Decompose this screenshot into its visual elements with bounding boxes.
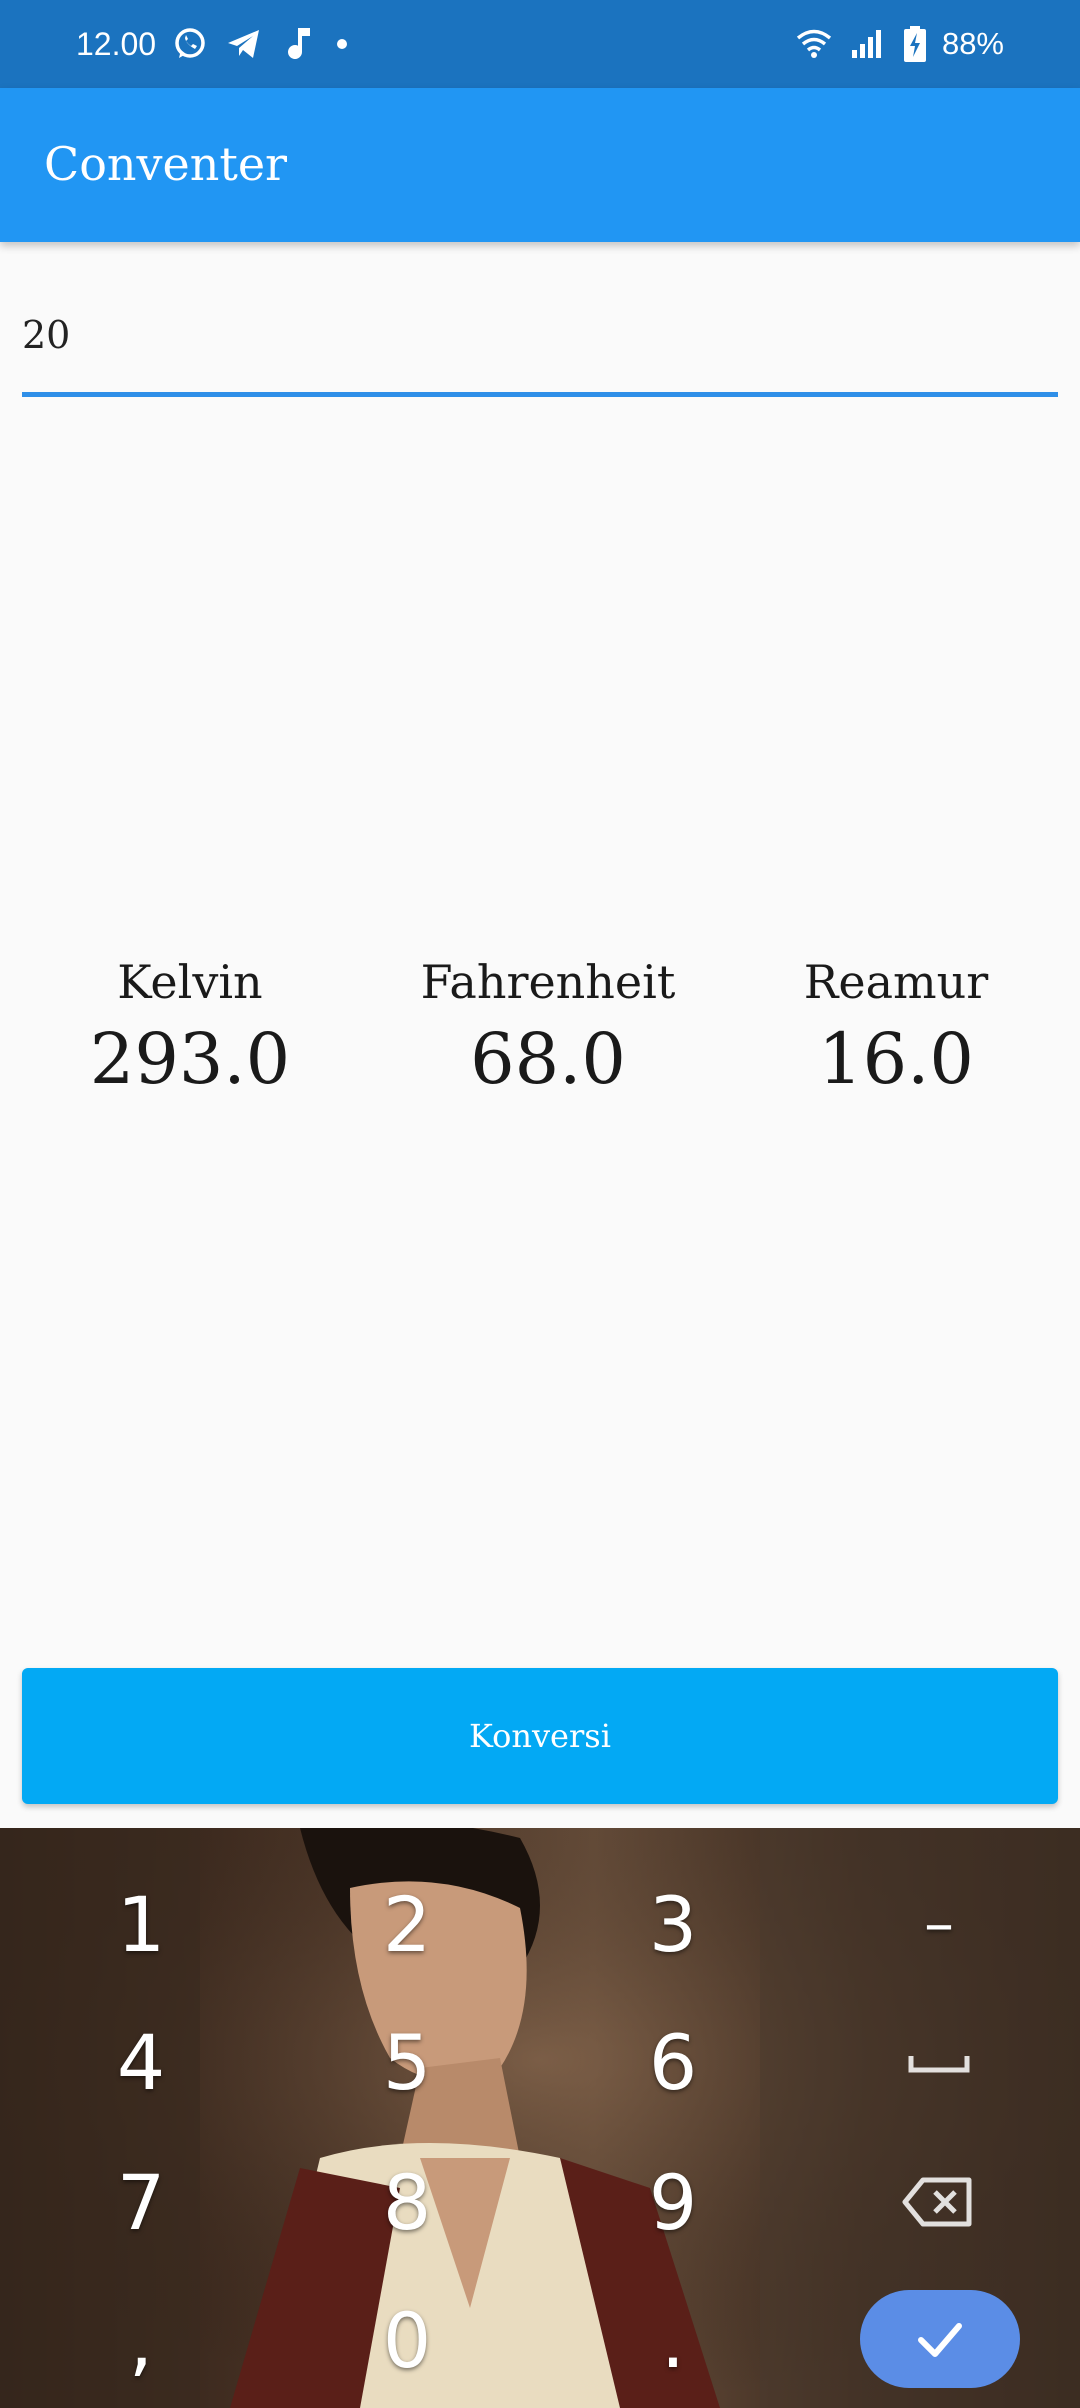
key-6[interactable]: 6 [540, 2002, 806, 2122]
fahrenheit-value: 68.0 [470, 1018, 626, 1100]
dot-icon [332, 24, 352, 64]
done-key[interactable] [860, 2290, 1020, 2388]
kelvin-value: 293.0 [89, 1018, 291, 1100]
system-icons: 88% [794, 22, 1004, 66]
input-underline [22, 392, 1058, 397]
key-minus[interactable]: – [806, 1864, 1072, 1984]
kelvin-label: Kelvin [117, 955, 263, 1009]
convert-button[interactable]: Konversi [22, 1668, 1058, 1804]
telegram-icon [224, 24, 264, 64]
result-reamur: Reamur 16.0 [716, 950, 1076, 1104]
reamur-label: Reamur [803, 955, 989, 1009]
result-kelvin: Kelvin 293.0 [10, 950, 370, 1104]
whatsapp-icon [170, 24, 210, 64]
music-note-icon [278, 24, 318, 64]
key-period[interactable]: . [540, 2280, 806, 2400]
notification-icons [170, 22, 352, 66]
battery-charging-icon [902, 24, 928, 64]
battery-level: 88% [941, 26, 1004, 61]
status-bar: 12.00 88% [0, 0, 1080, 88]
temperature-input[interactable] [22, 300, 1058, 370]
signal-icon [848, 24, 888, 64]
key-9[interactable]: 9 [540, 2142, 806, 2262]
space-icon[interactable] [806, 2002, 1072, 2122]
key-5[interactable]: 5 [274, 2002, 540, 2122]
page-title: Conventer [44, 137, 288, 191]
reamur-value: 16.0 [818, 1018, 974, 1100]
key-3[interactable]: 3 [540, 1864, 806, 1984]
status-time: 12.00 [76, 26, 157, 62]
numeric-keyboard: 1 2 3 – 4 5 6 7 8 9 , 0 . [0, 1828, 1080, 2408]
key-1[interactable]: 1 [8, 1864, 274, 1984]
result-fahrenheit: Fahrenheit 68.0 [368, 950, 728, 1104]
key-2[interactable]: 2 [274, 1864, 540, 1984]
key-8[interactable]: 8 [274, 2142, 540, 2262]
wifi-icon [794, 24, 834, 64]
checkmark-icon [913, 2312, 967, 2366]
key-7[interactable]: 7 [8, 2142, 274, 2262]
fahrenheit-label: Fahrenheit [420, 955, 676, 1009]
key-4[interactable]: 4 [8, 2002, 274, 2122]
keyboard-keys: 1 2 3 – 4 5 6 7 8 9 , 0 . [0, 1828, 1080, 2408]
key-0[interactable]: 0 [274, 2280, 540, 2400]
results-row: Kelvin 293.0 Fahrenheit 68.0 Reamur 16.0 [0, 950, 1080, 1130]
key-comma[interactable]: , [8, 2280, 274, 2400]
temperature-input-container[interactable] [22, 290, 1058, 400]
backspace-icon[interactable] [806, 2142, 1072, 2262]
app-bar: Conventer [0, 88, 1080, 242]
